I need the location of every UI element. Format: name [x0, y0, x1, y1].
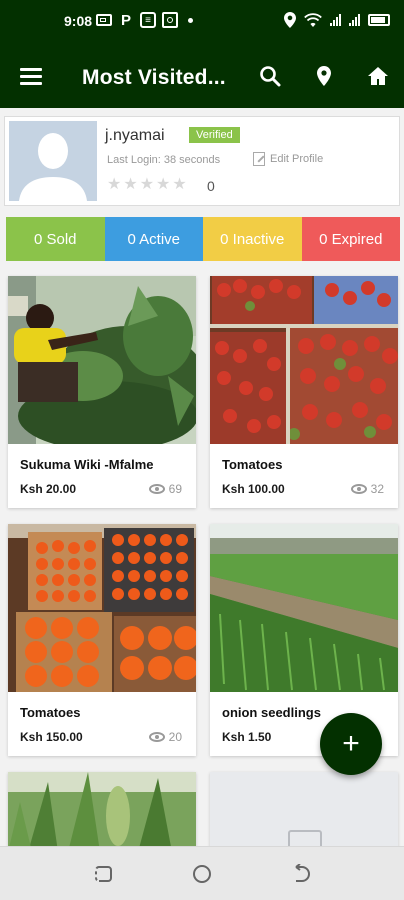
star-icon: ★: [123, 176, 138, 193]
views-count: 69: [168, 482, 182, 496]
rating-stars: ★ ★ ★ ★ ★: [107, 177, 187, 193]
listing-card[interactable]: Sukuma Wiki -Mfalme Ksh 20.00 69: [8, 276, 196, 508]
home-nav-icon[interactable]: [192, 864, 212, 884]
notification-dot-icon: [188, 17, 193, 23]
listing-image: [210, 524, 398, 692]
listing-views: 69: [148, 482, 182, 496]
username: j.nyamai: [105, 127, 165, 144]
star-icon: ★: [107, 176, 122, 193]
stat-sold[interactable]: 0 Sold: [6, 217, 105, 261]
add-listing-button[interactable]: +: [320, 713, 382, 775]
location-icon: [284, 12, 296, 28]
parking-icon: P: [120, 11, 131, 29]
signal-icon: [330, 14, 341, 26]
eye-icon: [350, 484, 367, 494]
rating-count: 0: [207, 178, 215, 194]
views-count: 20: [168, 730, 182, 744]
stat-inactive[interactable]: 0 Inactive: [203, 217, 302, 261]
status-time: 9:08: [64, 13, 93, 29]
status-bar: 9:08 P ≡: [0, 0, 404, 44]
listing-card[interactable]: [210, 772, 398, 854]
listing-price: Ksh 100.00: [222, 482, 285, 496]
stat-expired[interactable]: 0 Expired: [301, 217, 400, 261]
camera-icon: [162, 12, 178, 28]
verified-badge: Verified: [189, 127, 240, 143]
listing-image: [210, 276, 398, 444]
app-bar: Most Visited...: [0, 44, 404, 108]
avatar[interactable]: [9, 121, 97, 201]
listing-title: onion seedlings: [222, 705, 321, 720]
star-icon: ★: [172, 176, 187, 193]
star-icon: ★: [139, 176, 155, 193]
listing-views: 32: [350, 482, 384, 496]
eye-icon: [148, 732, 165, 742]
signal-2-icon: [349, 14, 360, 26]
menu-icon[interactable]: [20, 68, 42, 89]
battery-icon: [368, 14, 390, 26]
default-avatar-icon: [9, 121, 97, 201]
listing-card[interactable]: [8, 772, 196, 852]
edit-profile-label: Edit Profile: [270, 153, 324, 165]
listing-views: 20: [148, 730, 182, 744]
listing-price: Ksh 1.50: [222, 730, 272, 744]
recent-apps-icon[interactable]: [93, 864, 113, 884]
home-icon[interactable]: [366, 64, 390, 88]
edit-profile-link[interactable]: Edit Profile: [253, 152, 323, 166]
listing-title: Sukuma Wiki -Mfalme: [20, 457, 154, 472]
listing-title: Tomatoes: [222, 457, 283, 472]
listing-image: [8, 772, 196, 852]
back-icon[interactable]: [292, 864, 312, 884]
listing-title: Tomatoes: [20, 705, 81, 720]
message-icon: ≡: [140, 12, 156, 28]
star-icon: ★: [156, 176, 171, 193]
listing-image: [8, 276, 196, 444]
listing-card[interactable]: Tomatoes Ksh 150.00 20: [8, 524, 196, 756]
listing-stats: 0 Sold 0 Active 0 Inactive 0 Expired: [6, 217, 400, 261]
eye-icon: [148, 484, 165, 494]
location-pin-icon[interactable]: [312, 64, 336, 88]
page-title: Most Visited...: [82, 66, 226, 89]
screen-recorder-icon: [96, 14, 112, 26]
views-count: 32: [370, 482, 384, 496]
search-icon[interactable]: [258, 64, 282, 88]
wifi-icon: [304, 13, 322, 27]
edit-icon: [253, 152, 265, 166]
system-nav-bar: [0, 846, 404, 900]
profile-card: j.nyamai Verified Last Login: 38 seconds…: [4, 116, 400, 206]
last-login: Last Login: 38 seconds: [107, 154, 221, 166]
listing-card[interactable]: Tomatoes Ksh 100.00 32: [210, 276, 398, 508]
listing-price: Ksh 150.00: [20, 730, 83, 744]
listing-price: Ksh 20.00: [20, 482, 77, 496]
listing-image: [8, 524, 196, 692]
stat-active[interactable]: 0 Active: [104, 217, 203, 261]
